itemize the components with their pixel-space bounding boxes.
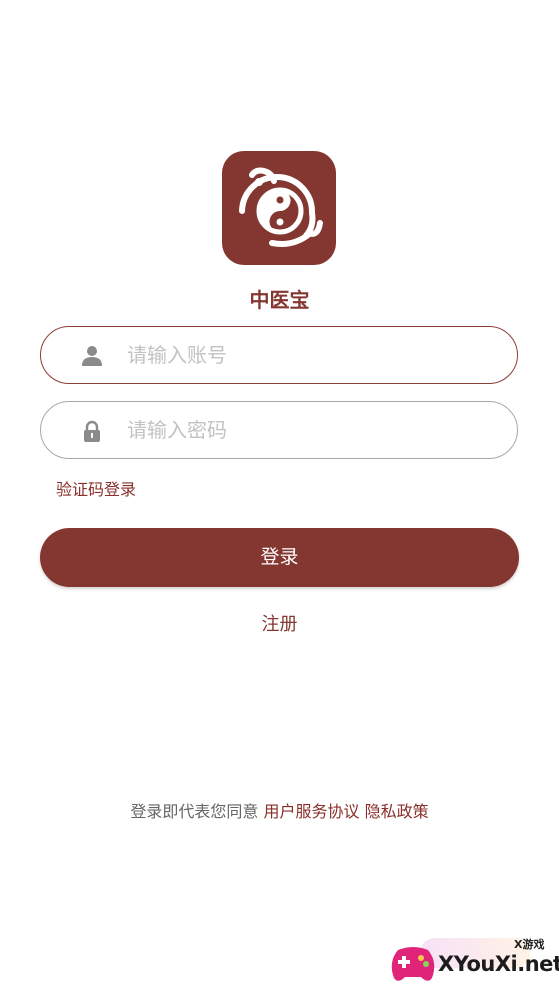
account-field[interactable] [40, 326, 518, 384]
login-button[interactable]: 登录 [40, 528, 519, 587]
privacy-policy-link[interactable]: 隐私政策 [365, 802, 429, 821]
agreement-prefix: 登录即代表您同意 [130, 802, 259, 821]
password-input[interactable] [127, 402, 487, 457]
lock-icon [81, 420, 103, 442]
user-icon [81, 345, 103, 367]
watermark-site: XYouXi.net [438, 952, 559, 976]
gamepad-icon [391, 947, 435, 981]
account-input[interactable] [127, 327, 487, 382]
password-field[interactable] [40, 401, 518, 459]
app-logo [222, 151, 336, 265]
sms-code-login-link[interactable]: 验证码登录 [56, 476, 136, 500]
site-watermark: X游戏 XYouXi.net [380, 934, 559, 990]
register-link[interactable]: 注册 [0, 610, 559, 636]
agreement-notice: 登录即代表您同意 用户服务协议 隐私政策 [0, 798, 559, 822]
yin-yang-gourd-icon [239, 167, 323, 247]
user-agreement-link[interactable]: 用户服务协议 [263, 802, 359, 821]
app-name: 中医宝 [249, 288, 310, 312]
watermark-tag: X游戏 [514, 938, 545, 951]
